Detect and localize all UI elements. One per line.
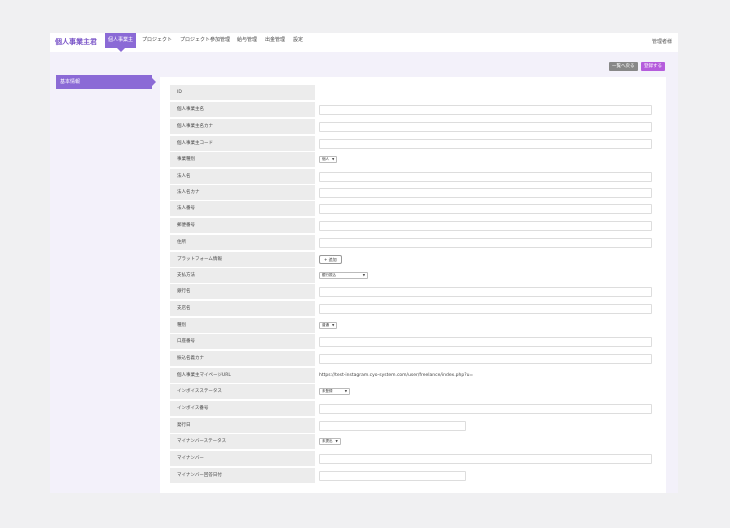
form-label: プラットフォーム情報 xyxy=(170,252,315,267)
select-value: 普通 xyxy=(322,323,329,327)
form-label: インボイス番号 xyxy=(170,401,315,416)
nav-item-project[interactable]: プロジェクト xyxy=(139,33,175,48)
invoice-status-select[interactable]: 未登録 ▼ xyxy=(319,388,350,395)
form-row-branch-name: 支店名 xyxy=(170,301,660,316)
nav-item-withdrawal[interactable]: 出金管理 xyxy=(262,33,288,48)
nav-item-settings[interactable]: 設定 xyxy=(290,33,306,48)
select-value: 未登録 xyxy=(322,389,333,393)
form-row-corp-name-kana: 法人名カナ xyxy=(170,185,660,200)
form-row-invoice-number: インボイス番号 xyxy=(170,401,660,416)
sidebar-item-basic-info[interactable]: 基本情報 xyxy=(56,75,156,89)
branch-name-input[interactable] xyxy=(319,304,652,314)
form-row-account-type: 種別 普通 ▼ xyxy=(170,318,660,333)
form-row-mynumber-answer-date: マイナンバー回答日付 xyxy=(170,468,660,483)
nav-item-project-participation[interactable]: プロジェクト参加管理 xyxy=(177,33,233,48)
name-kana-input[interactable] xyxy=(319,122,652,132)
form-label: ID xyxy=(170,85,315,100)
app-logo[interactable]: 個人事業主君 xyxy=(55,37,97,47)
save-button[interactable]: 登録する xyxy=(641,62,665,71)
form-row-address: 住所 xyxy=(170,235,660,250)
bank-name-input[interactable] xyxy=(319,287,652,297)
form-label: 振込名義カナ xyxy=(170,351,315,366)
form-label: 銀行名 xyxy=(170,284,315,299)
mynumber-input[interactable] xyxy=(319,454,652,464)
issue-date-input[interactable] xyxy=(319,421,466,431)
form-label: 個人事業主マイページURL xyxy=(170,368,315,383)
form-row-code: 個人事業主コード xyxy=(170,136,660,151)
form-row-account-number: 口座番号 xyxy=(170,334,660,349)
form-label: 個人事業主名 xyxy=(170,102,315,117)
form-label: 法人名カナ xyxy=(170,185,315,200)
mynumber-answer-date-input[interactable] xyxy=(319,471,466,481)
form-label: 支店名 xyxy=(170,301,315,316)
select-value: 個人 xyxy=(322,157,329,161)
form-row-payment-method: 支払方法 銀行振込 ▼ xyxy=(170,268,660,283)
form-row-bank-name: 銀行名 xyxy=(170,284,660,299)
account-holder-input[interactable] xyxy=(319,354,652,364)
select-value: 未提出 xyxy=(322,439,333,443)
form-row-account-holder: 振込名義カナ xyxy=(170,351,660,366)
form-row-business-type: 事業種別 個人 ▼ xyxy=(170,152,660,167)
account-number-input[interactable] xyxy=(319,337,652,347)
chevron-down-icon: ▼ xyxy=(344,389,347,393)
back-to-list-button[interactable]: 一覧へ戻る xyxy=(609,62,638,71)
mynumber-status-select[interactable]: 未提出 ▼ xyxy=(319,438,341,445)
form-label: 法人番号 xyxy=(170,201,315,216)
add-platform-button[interactable]: + 追加 xyxy=(319,255,342,264)
address-input[interactable] xyxy=(319,238,652,248)
user-menu[interactable]: 管理者様 xyxy=(652,38,672,45)
corp-name-kana-input[interactable] xyxy=(319,188,652,198)
form-label: 支払方法 xyxy=(170,268,315,283)
nav-active-caret xyxy=(117,48,125,52)
form-row-issue-date: 発行日 xyxy=(170,418,660,433)
corp-name-input[interactable] xyxy=(319,172,652,182)
form-label: 個人事業主コード xyxy=(170,136,315,151)
form-label: 発行日 xyxy=(170,418,315,433)
mypage-url-value: https://test-instagram.cyo-system.com/us… xyxy=(319,373,474,378)
account-type-select[interactable]: 普通 ▼ xyxy=(319,322,338,329)
business-type-select[interactable]: 個人 ▼ xyxy=(319,156,338,163)
form-label: 事業種別 xyxy=(170,152,315,167)
chevron-down-icon: ▼ xyxy=(335,439,338,443)
chevron-down-icon: ▼ xyxy=(362,273,365,277)
form-row-mynumber-status: マイナンバーステータス 未提出 ▼ xyxy=(170,434,660,449)
form-row-name: 個人事業主名 xyxy=(170,102,660,117)
code-input[interactable] xyxy=(319,139,652,149)
postal-code-input[interactable] xyxy=(319,221,652,231)
form-label: 住所 xyxy=(170,235,315,250)
name-input[interactable] xyxy=(319,105,652,115)
form-label: 個人事業主名カナ xyxy=(170,119,315,134)
form-row-mynumber: マイナンバー xyxy=(170,451,660,466)
form-label: 法人名 xyxy=(170,169,315,184)
form-row-corp-number: 法人番号 xyxy=(170,201,660,216)
select-value: 銀行振込 xyxy=(322,273,336,277)
nav-item-freelancer[interactable]: 個人事業主 xyxy=(105,33,137,48)
form-label: 種別 xyxy=(170,318,315,333)
form-row-postal-code: 郵便番号 xyxy=(170,218,660,233)
nav-item-salary[interactable]: 給与管理 xyxy=(234,33,260,48)
form-label: インボイスステータス xyxy=(170,384,315,399)
form-label: マイナンバーステータス xyxy=(170,434,315,449)
chevron-down-icon: ▼ xyxy=(332,157,335,161)
top-navigation: 個人事業主君 個人事業主 プロジェクト プロジェクト参加管理 給与管理 出金管理… xyxy=(50,33,678,52)
form-label: 郵便番号 xyxy=(170,218,315,233)
form-row-id: ID xyxy=(170,85,660,100)
payment-method-select[interactable]: 銀行振込 ▼ xyxy=(319,272,368,279)
chevron-down-icon: ▼ xyxy=(332,323,335,327)
form-row-name-kana: 個人事業主名カナ xyxy=(170,119,660,134)
form-row-corp-name: 法人名 xyxy=(170,169,660,184)
form-label: マイナンバー xyxy=(170,451,315,466)
form-row-mypage-url: 個人事業主マイページURL https://test-instagram.cyo… xyxy=(170,368,660,383)
form-label: 口座番号 xyxy=(170,334,315,349)
form-row-invoice-status: インボイスステータス 未登録 ▼ xyxy=(170,384,660,399)
form-panel: ID 個人事業主名 個人事業主名カナ 個人事業主コード 事業種別 個人 ▼ 法人名… xyxy=(160,77,666,493)
app-window: 個人事業主君 個人事業主 プロジェクト プロジェクト参加管理 給与管理 出金管理… xyxy=(50,33,678,493)
invoice-number-input[interactable] xyxy=(319,404,652,414)
form-row-platform: プラットフォーム情報 + 追加 xyxy=(170,252,660,267)
corp-number-input[interactable] xyxy=(319,204,652,214)
form-label: マイナンバー回答日付 xyxy=(170,468,315,483)
